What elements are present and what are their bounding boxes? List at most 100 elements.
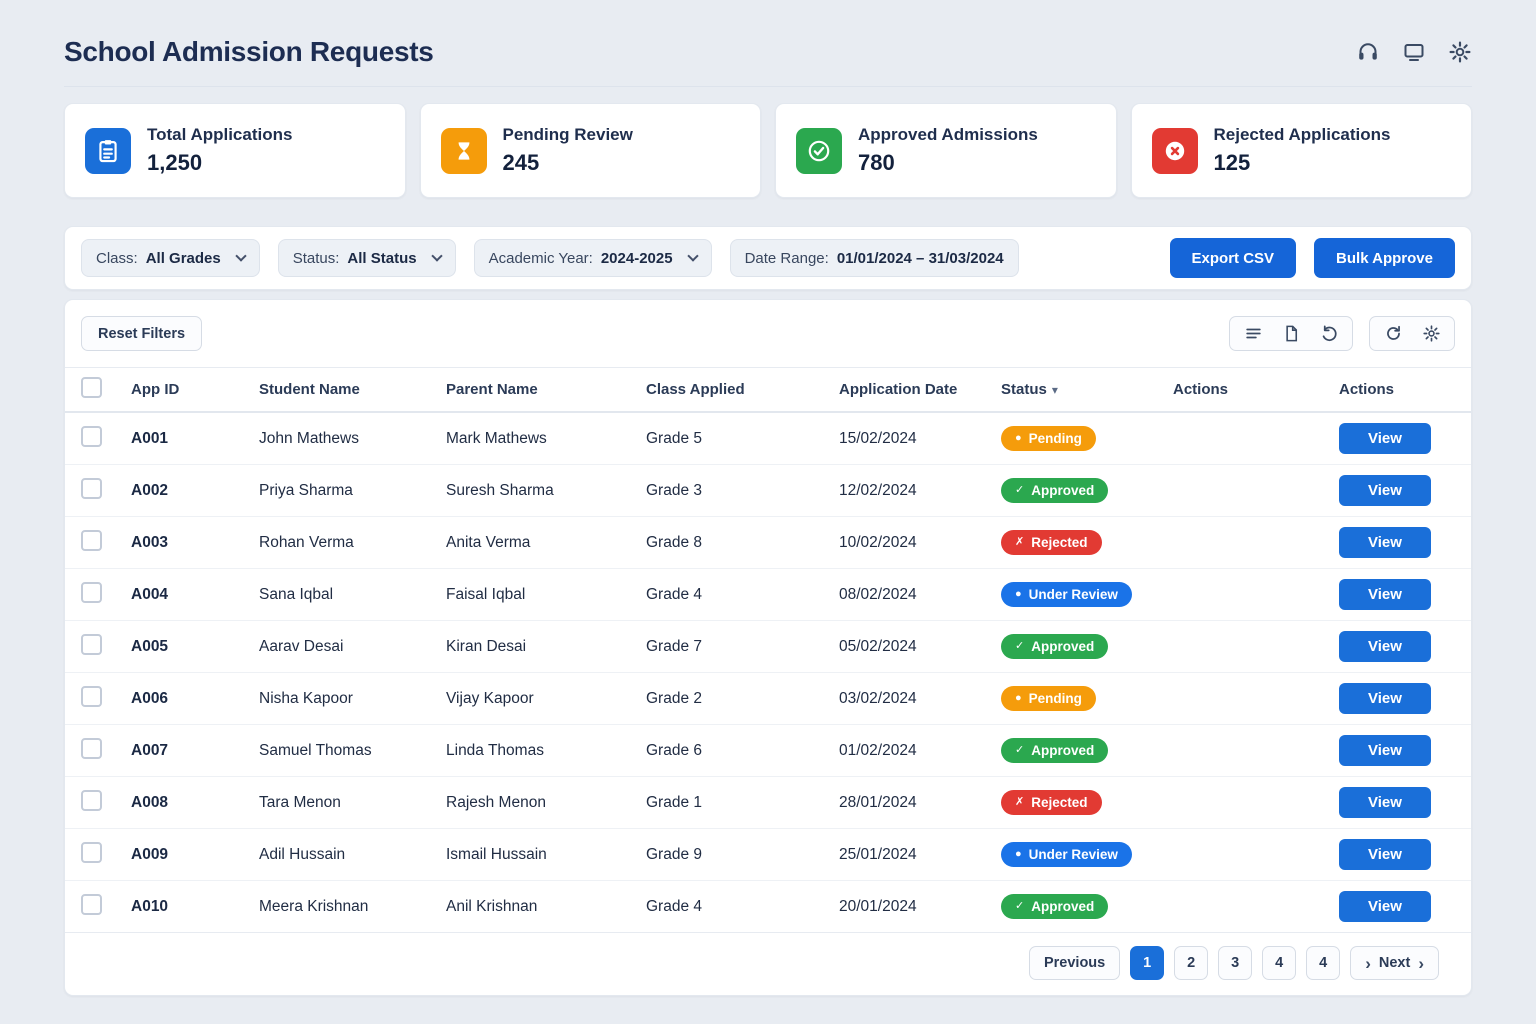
file-icon[interactable] [1272,317,1310,350]
row-checkbox[interactable] [81,842,102,863]
date-range-picker[interactable]: Date Range: 01/01/2024 – 31/03/2024 [730,239,1019,277]
row-checkbox[interactable] [81,738,102,759]
view-button[interactable]: View [1339,683,1431,714]
row-checkbox[interactable] [81,582,102,603]
x-circle-icon [1152,128,1198,174]
view-button[interactable]: View [1339,735,1431,766]
view-options-group [1229,316,1353,351]
academic-year-value: 2024-2025 [601,250,673,267]
parent-name-cell: Suresh Sharma [446,482,646,500]
page-button[interactable]: 4 [1306,946,1340,980]
table-row: A006 Nisha Kapoor Vijay Kapoor Grade 2 0… [65,673,1471,725]
date-range-label: Date Range: [745,250,829,267]
refresh-icon[interactable] [1374,317,1412,350]
student-name-cell: Aarav Desai [259,638,446,656]
page-button[interactable]: 2 [1174,946,1208,980]
status-label: Approved [1031,900,1094,914]
academic-year-dropdown[interactable]: Academic Year: 2024-2025 [474,239,712,277]
status-label: Pending [1029,692,1082,706]
student-name-cell: Sana Iqbal [259,586,446,604]
application-date-cell: 25/01/2024 [839,846,1001,864]
table-row: A008 Tara Menon Rajesh Menon Grade 1 28/… [65,777,1471,829]
status-badge: ● Pending [1001,686,1096,712]
application-date-cell: 15/02/2024 [839,430,1001,448]
class-applied-cell: Grade 4 [646,898,839,916]
view-button[interactable]: View [1339,527,1431,558]
student-name-cell: Priya Sharma [259,482,446,500]
next-page-button[interactable]: › Next › [1350,946,1439,980]
column-header-status[interactable]: Status▾ [1001,381,1173,398]
application-date-cell: 28/01/2024 [839,794,1001,812]
previous-page-button[interactable]: Previous [1029,946,1120,980]
class-filter-label: Class: [96,250,138,267]
stat-label: Total Applications [147,125,292,145]
view-button[interactable]: View [1339,579,1431,610]
stat-card-pending-review: Pending Review 245 [420,103,762,198]
reset-filters-button[interactable]: Reset Filters [81,316,202,351]
view-button[interactable]: View [1339,839,1431,870]
status-icon: ✓ [1015,901,1024,912]
application-date-cell: 12/02/2024 [839,482,1001,500]
select-all-checkbox[interactable] [81,377,102,398]
chevron-right-icon: › [1365,955,1371,972]
view-button[interactable]: View [1339,423,1431,454]
status-icon: ✓ [1015,485,1024,496]
status-filter-dropdown[interactable]: Status: All Status [278,239,456,277]
clipboard-icon [85,128,131,174]
page-button[interactable]: 4 [1262,946,1296,980]
gear-icon[interactable] [1448,40,1472,64]
stat-value: 245 [503,150,633,176]
page-header: School Admission Requests [64,0,1472,87]
view-button[interactable]: View [1339,787,1431,818]
status-icon: ● [1015,433,1022,444]
monitor-icon[interactable] [1402,40,1426,64]
row-checkbox[interactable] [81,686,102,707]
app-id-cell: A001 [131,430,259,448]
application-date-cell: 05/02/2024 [839,638,1001,656]
row-checkbox[interactable] [81,790,102,811]
student-name-cell: Meera Krishnan [259,898,446,916]
status-badge: ✗ Rejected [1001,790,1102,816]
column-header-application-date: Application Date [839,381,1001,398]
class-applied-cell: Grade 4 [646,586,839,604]
export-csv-button[interactable]: Export CSV [1170,238,1297,278]
status-label: Pending [1029,432,1082,446]
table-header-row: App ID Student Name Parent Name Class Ap… [65,367,1471,413]
column-header-student-name: Student Name [259,381,446,398]
app-id-cell: A007 [131,742,259,760]
column-header-actions: Actions [1173,381,1339,398]
bulk-approve-button[interactable]: Bulk Approve [1314,238,1455,278]
status-badge: ✓ Approved [1001,478,1108,504]
status-badge: ● Under Review [1001,842,1132,868]
app-id-cell: A003 [131,534,259,552]
parent-name-cell: Faisal Iqbal [446,586,646,604]
parent-name-cell: Mark Mathews [446,430,646,448]
row-checkbox[interactable] [81,530,102,551]
class-applied-cell: Grade 8 [646,534,839,552]
page-button[interactable]: 3 [1218,946,1252,980]
app-id-cell: A004 [131,586,259,604]
table-row: A003 Rohan Verma Anita Verma Grade 8 10/… [65,517,1471,569]
row-checkbox[interactable] [81,894,102,915]
class-applied-cell: Grade 3 [646,482,839,500]
undo-icon[interactable] [1310,317,1348,350]
view-button[interactable]: View [1339,475,1431,506]
application-date-cell: 01/02/2024 [839,742,1001,760]
stat-card-approved-admissions: Approved Admissions 780 [775,103,1117,198]
page-button[interactable]: 1 [1130,946,1164,980]
class-filter-value: All Grades [146,250,221,267]
view-button[interactable]: View [1339,891,1431,922]
row-checkbox[interactable] [81,478,102,499]
chevron-down-icon [431,250,442,261]
row-checkbox[interactable] [81,634,102,655]
list-icon[interactable] [1234,317,1272,350]
table-row: A004 Sana Iqbal Faisal Iqbal Grade 4 08/… [65,569,1471,621]
class-filter-dropdown[interactable]: Class: All Grades [81,239,260,277]
application-date-cell: 03/02/2024 [839,690,1001,708]
row-checkbox[interactable] [81,426,102,447]
view-button[interactable]: View [1339,631,1431,662]
headset-icon[interactable] [1356,40,1380,64]
settings-icon[interactable] [1412,317,1450,350]
stat-label: Approved Admissions [858,125,1038,145]
status-label: Approved [1031,640,1094,654]
